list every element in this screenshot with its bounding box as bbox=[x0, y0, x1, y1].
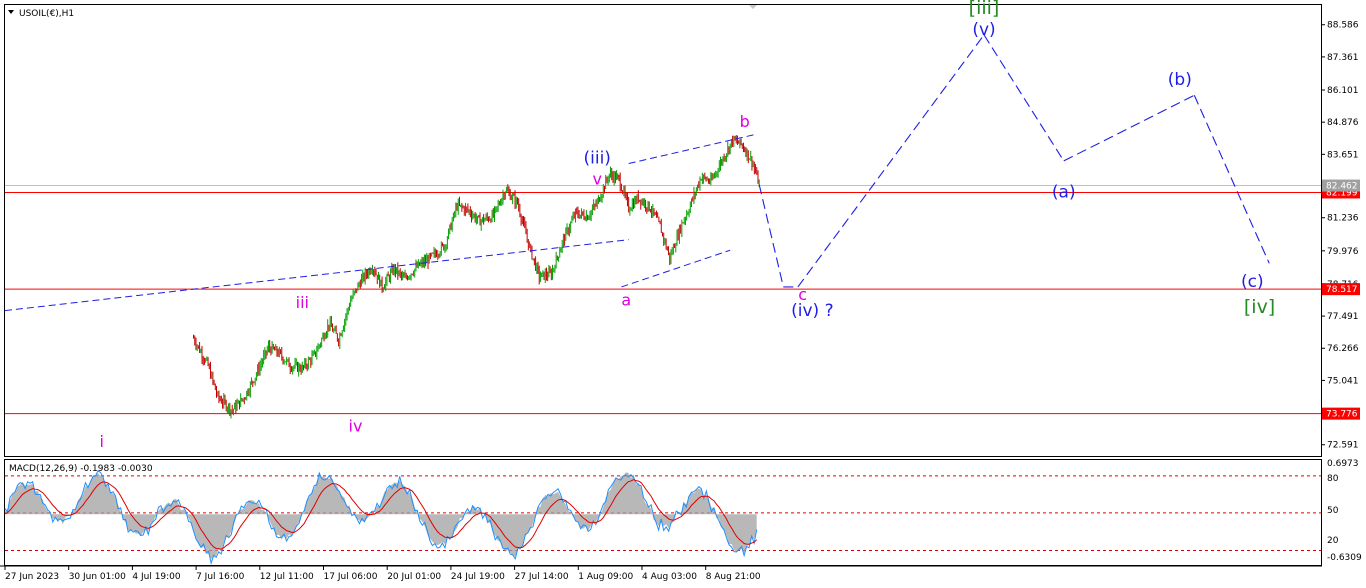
wave-label: a bbox=[621, 290, 631, 309]
macd-tick-label: 80 bbox=[1327, 474, 1339, 484]
time-tick-label: 1 Aug 09:00 bbox=[578, 572, 633, 582]
macd-tick-label: 0.6973 bbox=[1327, 459, 1359, 469]
macd-tick-label: 20 bbox=[1327, 536, 1339, 546]
price-tick-label: 75.041 bbox=[1327, 376, 1359, 386]
price-chart[interactable]: iiiiivv(iii)abc(iv) ?(v)[iii](a)(b)(c)[i… bbox=[0, 0, 1366, 588]
time-tick-label: 4 Jul 19:00 bbox=[132, 572, 181, 582]
time-tick-label: 27 Jun 2023 bbox=[5, 572, 59, 582]
macd-tick-label: 50 bbox=[1327, 506, 1339, 516]
wave-label: iii bbox=[296, 293, 309, 312]
symbol-title: USOIL(€),H1 bbox=[19, 9, 74, 19]
price-tick-label: 83.651 bbox=[1327, 150, 1359, 160]
chart-background bbox=[0, 0, 1366, 588]
wave-label: iv bbox=[349, 416, 363, 435]
time-tick-label: 27 Jul 14:00 bbox=[515, 572, 569, 582]
macd-tick-label: -0.6309 bbox=[1327, 553, 1362, 563]
price-tick-label: 84.876 bbox=[1327, 118, 1359, 128]
price-tick-label: 72.591 bbox=[1327, 441, 1359, 451]
wave-label: b bbox=[740, 112, 750, 131]
wave-label: (iii) bbox=[584, 149, 611, 169]
time-tick-label: 17 Jul 06:00 bbox=[324, 572, 378, 582]
time-tick-label: 30 Jun 01:00 bbox=[69, 572, 126, 582]
price-tick-label: 76.266 bbox=[1327, 344, 1359, 354]
price-tick-label: 81.236 bbox=[1327, 214, 1359, 224]
wave-label: (v) bbox=[972, 20, 995, 40]
wave-label: [iv] bbox=[1244, 296, 1275, 318]
wave-label: (a) bbox=[1052, 183, 1076, 203]
price-tag-label: 78.517 bbox=[1326, 285, 1358, 295]
price-tick-label: 77.491 bbox=[1327, 312, 1359, 322]
time-tick-label: 24 Jul 19:00 bbox=[451, 572, 505, 582]
time-tick-label: 4 Aug 03:00 bbox=[642, 572, 697, 582]
time-tick-label: 12 Jul 11:00 bbox=[260, 572, 314, 582]
time-tick-label: 8 Aug 21:00 bbox=[706, 572, 761, 582]
wave-label: (iv) ? bbox=[791, 301, 833, 321]
price-tick-label: 86.101 bbox=[1327, 86, 1359, 96]
price-tag-label: 73.776 bbox=[1326, 410, 1358, 420]
time-tick-label: 7 Jul 16:00 bbox=[196, 572, 245, 582]
price-tick-label: 88.586 bbox=[1327, 21, 1359, 31]
wave-label: (b) bbox=[1168, 70, 1192, 90]
time-tick-label: 20 Jul 01:00 bbox=[387, 572, 441, 582]
macd-title: MACD(12,26,9) -0.1983 -0.0030 bbox=[9, 464, 153, 474]
wave-label: i bbox=[99, 432, 103, 451]
price-tick-label: 79.976 bbox=[1327, 247, 1359, 257]
price-tick-label: 87.361 bbox=[1327, 53, 1359, 63]
wave-label: v bbox=[592, 170, 601, 189]
price-tag-label: 82.462 bbox=[1326, 182, 1358, 192]
wave-label: (c) bbox=[1241, 272, 1264, 292]
wave-label: [iii] bbox=[969, 0, 1000, 19]
